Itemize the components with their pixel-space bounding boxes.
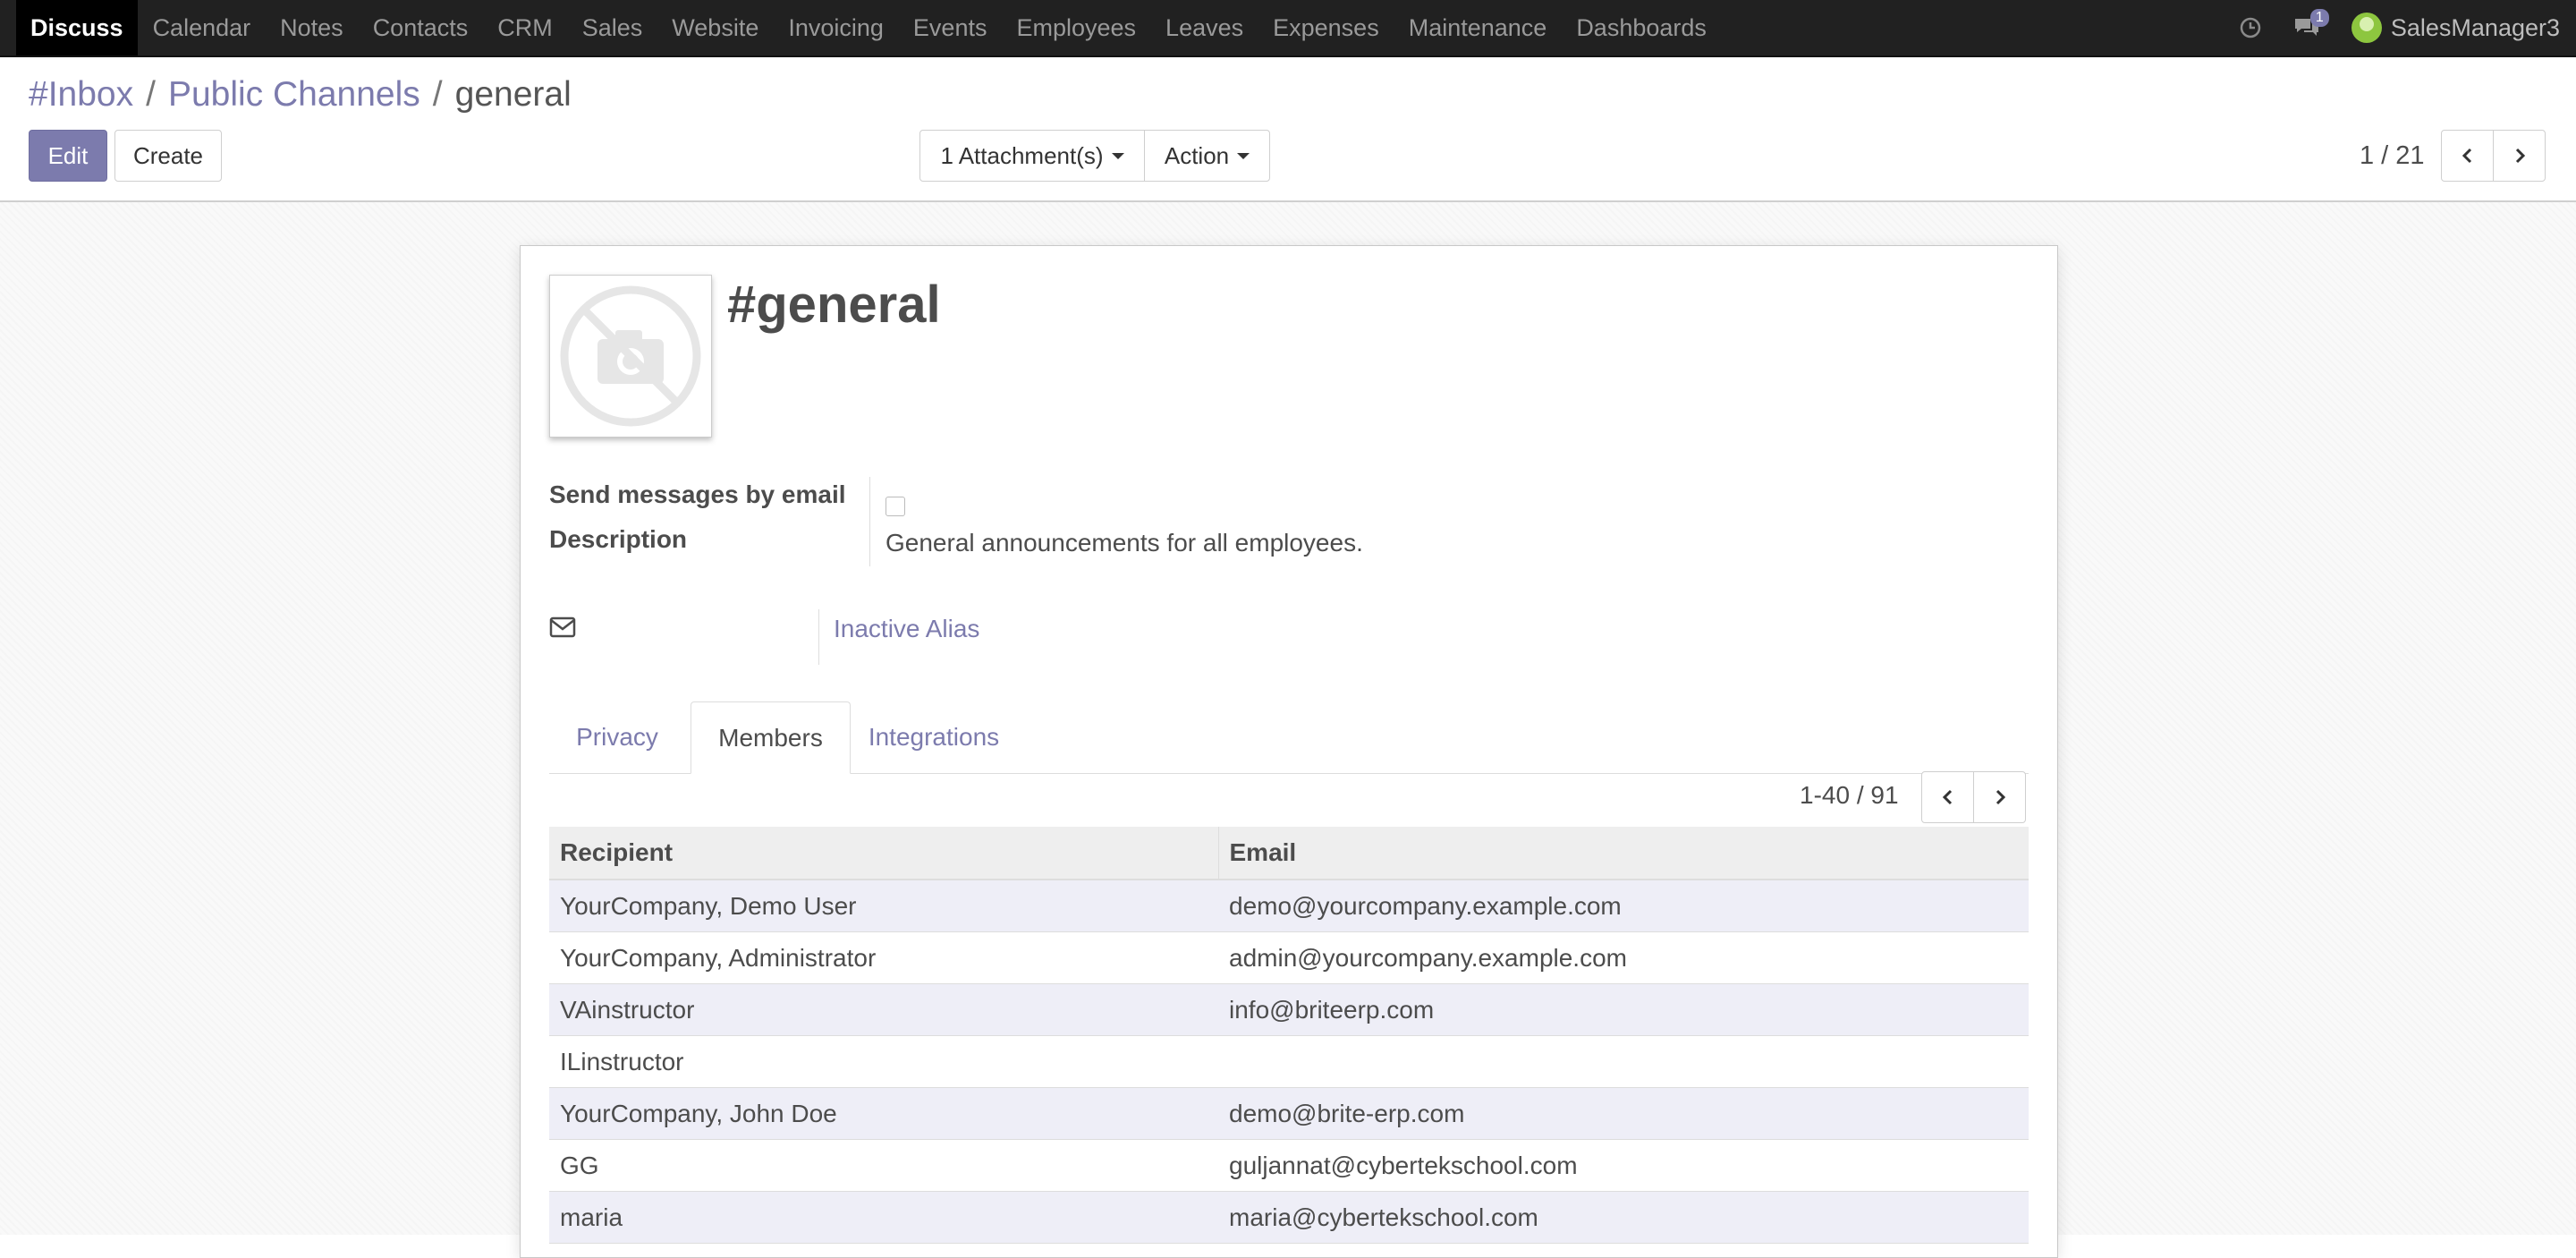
recipient-cell: YourCompany, John Doe bbox=[549, 1087, 1218, 1140]
recipient-cell: GG bbox=[549, 1139, 1218, 1192]
email-cell: guljannat@cybertekschool.com bbox=[1218, 1139, 2029, 1192]
table-header-row: Recipient Email bbox=[549, 827, 2029, 880]
email-cell: demo@brite-erp.com bbox=[1218, 1087, 2029, 1140]
nav-expenses[interactable]: Expenses bbox=[1273, 0, 1379, 55]
recipient-cell: YourCompany, Demo User bbox=[549, 880, 1218, 932]
user-menu[interactable]: SalesManager3 bbox=[2351, 13, 2576, 43]
messages-badge: 1 bbox=[2309, 9, 2329, 27]
table-row[interactable]: maria maria@cybertekschool.com bbox=[549, 1191, 2029, 1244]
tab-privacy[interactable]: Privacy bbox=[549, 701, 685, 773]
breadcrumb-separator: / bbox=[146, 75, 156, 114]
email-cell: admin@yourcompany.example.com bbox=[1218, 931, 2029, 984]
breadcrumb-separator: / bbox=[432, 75, 443, 114]
activity-clock-icon[interactable] bbox=[2239, 16, 2262, 39]
pager-previous-button[interactable] bbox=[2441, 130, 2494, 182]
column-header-recipient[interactable]: Recipient bbox=[549, 827, 1218, 880]
nav-events[interactable]: Events bbox=[913, 0, 987, 55]
email-cell bbox=[1218, 1035, 2029, 1088]
table-row[interactable]: YourCompany, Administrator admin@yourcom… bbox=[549, 931, 2029, 984]
chevron-left-icon bbox=[1942, 789, 1952, 805]
main-navbar: Discuss Calendar Notes Contacts CRM Sale… bbox=[0, 0, 2576, 57]
systray: 1 SalesManager3 bbox=[2239, 0, 2576, 55]
pager-next-button[interactable] bbox=[2493, 130, 2546, 182]
column-header-email[interactable]: Email bbox=[1217, 827, 2029, 880]
form-sheet: #general Send messages by email Descript… bbox=[520, 245, 2058, 1258]
nav-crm[interactable]: CRM bbox=[497, 0, 553, 55]
caret-down-icon bbox=[1237, 152, 1250, 159]
messaging-menu[interactable]: 1 bbox=[2292, 9, 2329, 39]
members-next-button[interactable] bbox=[1973, 771, 2026, 823]
table-row[interactable]: ILinstructor bbox=[549, 1035, 2029, 1088]
form-view: #general Send messages by email Descript… bbox=[0, 202, 2576, 1258]
nav-employees[interactable]: Employees bbox=[1016, 0, 1136, 55]
members-pager-value: 1-40 / 91 bbox=[1800, 781, 1899, 809]
action-label: Action bbox=[1164, 141, 1230, 169]
channel-image[interactable] bbox=[549, 275, 712, 438]
nav-sales[interactable]: Sales bbox=[582, 0, 643, 55]
members-table: Recipient Email YourCompany, Demo User d… bbox=[549, 827, 2029, 1244]
no-image-camera-icon bbox=[560, 285, 701, 427]
recipient-cell: YourCompany, Administrator bbox=[549, 931, 1218, 984]
field-divider bbox=[818, 609, 819, 665]
table-row[interactable]: YourCompany, Demo User demo@yourcompany.… bbox=[549, 880, 2029, 932]
nav-website[interactable]: Website bbox=[672, 0, 758, 55]
recipient-cell: VAinstructor bbox=[549, 983, 1218, 1036]
recipient-cell: ILinstructor bbox=[549, 1035, 1218, 1088]
create-button[interactable]: Create bbox=[114, 130, 222, 182]
table-row[interactable]: YourCompany, John Doe demo@brite-erp.com bbox=[549, 1087, 2029, 1140]
breadcrumb-inbox[interactable]: #Inbox bbox=[29, 75, 133, 115]
description-value[interactable]: General announcements for all employees. bbox=[886, 529, 1363, 557]
nav-leaves[interactable]: Leaves bbox=[1165, 0, 1243, 55]
user-name: SalesManager3 bbox=[2390, 13, 2560, 41]
tab-members[interactable]: Members bbox=[691, 701, 851, 774]
nav-invoicing[interactable]: Invoicing bbox=[788, 0, 884, 55]
description-label: Description bbox=[549, 525, 688, 553]
email-cell: demo@yourcompany.example.com bbox=[1218, 880, 2029, 932]
tab-integrations[interactable]: Integrations bbox=[857, 701, 1011, 773]
attachments-dropdown[interactable]: 1 Attachment(s) bbox=[919, 130, 1145, 182]
members-previous-button[interactable] bbox=[1921, 771, 1974, 823]
table-row[interactable]: GG guljannat@cybertekschool.com bbox=[549, 1139, 2029, 1192]
send-email-checkbox[interactable] bbox=[886, 497, 905, 516]
attachments-label: 1 Attachment(s) bbox=[940, 141, 1104, 169]
app-menu: Discuss Calendar Notes Contacts CRM Sale… bbox=[0, 0, 1736, 55]
email-cell: maria@cybertekschool.com bbox=[1218, 1191, 2029, 1244]
recipient-cell: maria bbox=[549, 1191, 1218, 1244]
nav-calendar[interactable]: Calendar bbox=[153, 0, 251, 55]
action-dropdown[interactable]: Action bbox=[1144, 130, 1270, 182]
nav-dashboards[interactable]: Dashboards bbox=[1576, 0, 1707, 55]
nav-maintenance[interactable]: Maintenance bbox=[1409, 0, 1547, 55]
table-row[interactable]: VAinstructor info@briteerp.com bbox=[549, 983, 2029, 1036]
breadcrumb-current: general bbox=[454, 75, 572, 114]
nav-contacts[interactable]: Contacts bbox=[373, 0, 469, 55]
chevron-right-icon bbox=[1996, 789, 2005, 805]
alias-link[interactable]: Inactive Alias bbox=[834, 615, 979, 643]
chevron-left-icon bbox=[2462, 148, 2471, 164]
breadcrumb-public-channels[interactable]: Public Channels bbox=[168, 75, 420, 115]
notebook-tabs: Privacy Members Integrations bbox=[549, 701, 2029, 774]
avatar bbox=[2351, 13, 2382, 43]
edit-button[interactable]: Edit bbox=[29, 130, 107, 182]
caret-down-icon bbox=[1111, 152, 1124, 159]
send-email-label: Send messages by email bbox=[549, 480, 846, 508]
chevron-right-icon bbox=[2515, 148, 2525, 164]
nav-discuss[interactable]: Discuss bbox=[16, 0, 138, 55]
channel-title: #general bbox=[727, 276, 941, 334]
email-cell: info@briteerp.com bbox=[1218, 983, 2029, 1036]
envelope-icon bbox=[549, 616, 576, 642]
record-pager-value: 1 / 21 bbox=[2360, 141, 2425, 170]
nav-notes[interactable]: Notes bbox=[280, 0, 343, 55]
breadcrumb: #Inbox / Public Channels / general bbox=[29, 75, 572, 115]
field-divider bbox=[869, 477, 870, 566]
control-panel: #Inbox / Public Channels / general Edit … bbox=[0, 57, 2576, 202]
